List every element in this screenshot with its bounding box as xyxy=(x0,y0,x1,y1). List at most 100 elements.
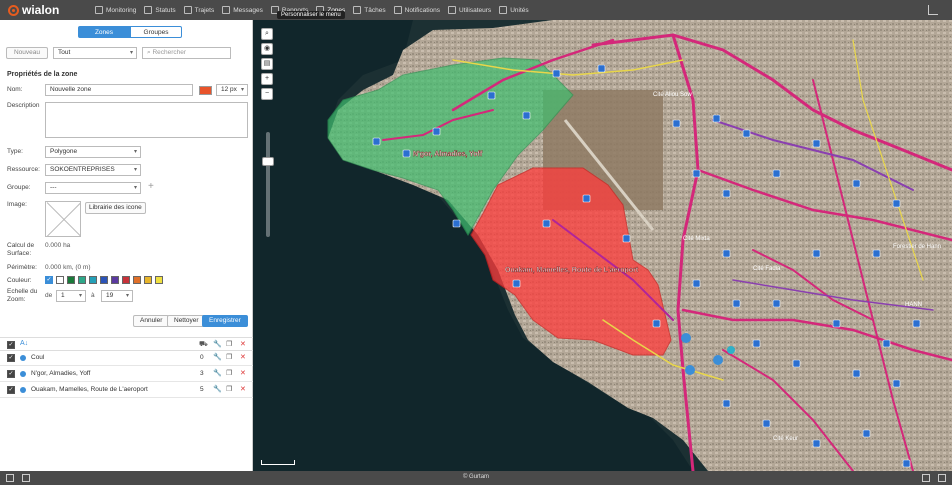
nav-monitoring[interactable]: Monitoring xyxy=(95,6,136,14)
window-icon[interactable] xyxy=(922,474,930,482)
nav-tâches[interactable]: Tâches xyxy=(353,6,386,14)
parking-marker[interactable] xyxy=(712,114,721,123)
palette-color-8[interactable] xyxy=(144,276,152,284)
tab-groupes[interactable]: Groupes xyxy=(130,26,182,38)
save-button[interactable]: Enregistrer xyxy=(202,315,248,327)
palette-color-3[interactable] xyxy=(89,276,97,284)
wrench-icon[interactable]: 🔧 xyxy=(213,341,222,349)
parking-marker[interactable] xyxy=(772,169,781,178)
zone-name-input[interactable]: Nouvelle zone xyxy=(45,84,193,96)
map-view[interactable]: N'gor, Almadies, Yoff Ouakam, Mamelles, … xyxy=(253,20,952,471)
parking-marker[interactable] xyxy=(902,459,911,468)
wrench-icon[interactable]: 🔧 xyxy=(213,370,222,378)
cancel-button[interactable]: Annuler xyxy=(133,315,170,327)
palette-color-2[interactable] xyxy=(78,276,86,284)
parking-marker[interactable] xyxy=(912,319,921,328)
clear-button[interactable]: Nettoyer xyxy=(167,315,206,327)
delete-icon[interactable]: ✕ xyxy=(240,341,246,349)
parking-marker[interactable] xyxy=(892,199,901,208)
zoom-out-icon[interactable]: − xyxy=(261,88,273,100)
delete-icon[interactable]: ✕ xyxy=(240,386,246,394)
nav-statuts[interactable]: Statuts xyxy=(144,6,176,14)
zone-list-row[interactable]: ✓ N'gor, Almadies, Yoff 3 🔧 ❐ ✕ xyxy=(0,367,253,382)
parking-marker[interactable] xyxy=(432,127,441,136)
parking-marker[interactable] xyxy=(722,399,731,408)
nav-trajets[interactable]: Trajets xyxy=(183,6,214,14)
parking-marker[interactable] xyxy=(652,319,661,328)
type-select[interactable]: Polygone xyxy=(45,146,141,158)
parking-marker[interactable] xyxy=(542,219,551,228)
parking-marker[interactable] xyxy=(812,139,821,148)
wrench-icon[interactable]: 🔧 xyxy=(213,386,222,394)
filter-select[interactable]: Tout xyxy=(53,47,137,59)
palette-checkbox[interactable]: ✓ xyxy=(45,276,53,284)
new-zone-button[interactable]: Nouveau xyxy=(6,47,48,59)
palette-color-4[interactable] xyxy=(100,276,108,284)
parking-marker[interactable] xyxy=(722,189,731,198)
delete-icon[interactable]: ✕ xyxy=(240,354,246,362)
parking-marker[interactable] xyxy=(812,249,821,258)
vehicle-icon[interactable]: ⛟ xyxy=(199,341,208,349)
zone-image-placeholder[interactable] xyxy=(45,201,81,237)
zoom-from-select[interactable]: 1 xyxy=(56,290,86,302)
zoom-slider-handle[interactable] xyxy=(262,157,274,166)
wrench-icon[interactable]: 🔧 xyxy=(213,354,222,362)
zone-list-row[interactable]: ✓ Coul 0 🔧 ❐ ✕ xyxy=(0,351,253,366)
delete-icon[interactable]: ✕ xyxy=(240,370,246,378)
palette-color-1[interactable] xyxy=(67,276,75,284)
palette-color-9[interactable] xyxy=(155,276,163,284)
settings-icon[interactable] xyxy=(938,474,946,482)
search-icon[interactable]: ⌕ xyxy=(261,28,273,40)
zoom-to-select[interactable]: 19 xyxy=(101,290,133,302)
copy-icon[interactable]: ❐ xyxy=(226,370,232,378)
copy-icon[interactable]: ❐ xyxy=(226,341,232,349)
icon-library-button[interactable]: Librairie des icone xyxy=(85,202,146,214)
parking-marker[interactable] xyxy=(452,219,461,228)
sort-az-icon[interactable]: A↓ xyxy=(20,340,28,347)
nav-messages[interactable]: Messages xyxy=(222,6,263,14)
zoom-slider-track[interactable] xyxy=(266,132,270,237)
parking-marker[interactable] xyxy=(622,234,631,243)
description-textarea[interactable] xyxy=(45,102,248,138)
parking-marker[interactable] xyxy=(852,179,861,188)
parking-marker[interactable] xyxy=(552,69,561,78)
parking-marker[interactable] xyxy=(762,419,771,428)
parking-marker[interactable] xyxy=(772,299,781,308)
parking-marker[interactable] xyxy=(882,339,891,348)
parking-marker[interactable] xyxy=(722,249,731,258)
parking-marker[interactable] xyxy=(752,339,761,348)
palette-color-7[interactable] xyxy=(133,276,141,284)
layers-icon[interactable]: ◉ xyxy=(261,43,273,55)
map-canvas[interactable]: N'gor, Almadies, Yoff Ouakam, Mamelles, … xyxy=(253,20,952,471)
chart-icon[interactable] xyxy=(928,5,938,15)
copy-icon[interactable]: ❐ xyxy=(226,354,232,362)
palette-color-5[interactable] xyxy=(111,276,119,284)
tab-zones[interactable]: Zones xyxy=(78,26,130,38)
parking-marker[interactable] xyxy=(792,359,801,368)
zone-color-swatch[interactable] xyxy=(199,86,212,95)
copy-icon[interactable]: ❐ xyxy=(226,386,232,394)
parking-marker[interactable] xyxy=(672,119,681,128)
palette-color-0[interactable] xyxy=(56,276,64,284)
zone-row-checkbox[interactable]: ✓ xyxy=(7,370,15,378)
nav-utilisateurs[interactable]: Utilisateurs xyxy=(448,6,491,14)
group-select[interactable]: --- xyxy=(45,182,141,194)
parking-marker[interactable] xyxy=(732,299,741,308)
resource-select[interactable]: SOKOENTREPRISES xyxy=(45,164,141,176)
parking-marker[interactable] xyxy=(832,319,841,328)
nav-unités[interactable]: Unités xyxy=(499,6,529,14)
zone-row-checkbox[interactable]: ✓ xyxy=(7,386,15,394)
zone-list-row[interactable]: ✓ Ouakam, Mamelles, Route de L'aeroport 5 🔧… xyxy=(0,383,253,398)
ruler-icon[interactable]: ▤ xyxy=(261,58,273,70)
nav-notifications[interactable]: Notifications xyxy=(393,6,440,14)
parking-marker[interactable] xyxy=(692,169,701,178)
parking-marker[interactable] xyxy=(692,279,701,288)
zoom-in-icon[interactable]: + xyxy=(261,73,273,85)
parking-marker[interactable] xyxy=(892,379,901,388)
parking-marker[interactable] xyxy=(812,439,821,448)
search-input[interactable]: ⌕ Rechercher xyxy=(142,47,231,59)
palette-color-6[interactable] xyxy=(122,276,130,284)
parking-marker[interactable] xyxy=(742,129,751,138)
add-group-icon[interactable]: + xyxy=(148,182,154,192)
parking-marker[interactable] xyxy=(582,194,591,203)
